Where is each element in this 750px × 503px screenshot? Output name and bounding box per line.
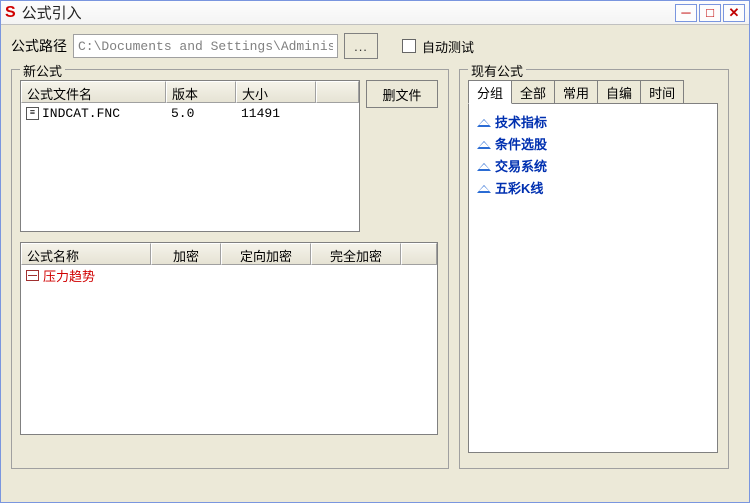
- titlebar: S 公式引入 ─ □ ✕: [1, 1, 749, 25]
- auto-test-checkbox-wrap: 自动测试: [402, 37, 474, 56]
- tab-group[interactable]: 分组: [468, 80, 512, 104]
- path-row: 公式路径 ... 自动测试: [11, 33, 739, 59]
- house-icon: [477, 115, 491, 127]
- tree-label: 技术指标: [495, 112, 547, 131]
- list-item[interactable]: 条件选股: [473, 132, 713, 154]
- delete-file-button[interactable]: 删文件: [366, 80, 438, 108]
- file-table: 公式文件名 版本 大小 ≡ INDCAT.FNC 5.0: [20, 80, 360, 232]
- formula-col-name[interactable]: 公式名称: [21, 243, 151, 265]
- list-item[interactable]: 交易系统: [473, 154, 713, 176]
- existing-formula-legend: 现有公式: [468, 61, 526, 80]
- tab-custom[interactable]: 自编: [597, 80, 641, 104]
- minimize-button[interactable]: ─: [675, 4, 697, 22]
- formula-table-body: 压力趋势: [21, 265, 437, 285]
- table-row[interactable]: ≡ INDCAT.FNC 5.0 11491: [21, 103, 359, 123]
- file-row: 公式文件名 版本 大小 ≡ INDCAT.FNC 5.0: [20, 80, 440, 232]
- tree-label: 条件选股: [495, 134, 547, 153]
- file-name: INDCAT.FNC: [42, 106, 120, 121]
- list-item[interactable]: 技术指标: [473, 110, 713, 132]
- window-controls: ─ □ ✕: [675, 4, 745, 22]
- formula-table-header: 公式名称 加密 定向加密 完全加密: [21, 243, 437, 265]
- tree-label: 五彩K线: [495, 178, 543, 197]
- auto-test-label: 自动测试: [422, 37, 474, 56]
- list-item[interactable]: 五彩K线: [473, 176, 713, 198]
- tab-all[interactable]: 全部: [511, 80, 555, 104]
- house-icon: [477, 137, 491, 149]
- formula-col-encrypt[interactable]: 加密: [151, 243, 221, 265]
- main-area: 新公式 公式文件名 版本 大小 ≡: [11, 69, 739, 469]
- new-formula-legend: 新公式: [20, 61, 65, 80]
- window-title: 公式引入: [22, 2, 675, 23]
- path-label: 公式路径: [11, 36, 67, 56]
- house-icon: [477, 181, 491, 193]
- file-col-name[interactable]: 公式文件名: [21, 81, 166, 103]
- formula-col-full-encrypt[interactable]: 完全加密: [311, 243, 401, 265]
- file-size: 11491: [236, 105, 316, 122]
- formula-icon: [26, 270, 39, 281]
- category-tree: 技术指标 条件选股 交易系统 五彩K线: [468, 103, 718, 453]
- existing-formula-panel: 现有公式 分组 全部 常用 自编 时间 技术指标 条件选股: [459, 69, 729, 469]
- close-button[interactable]: ✕: [723, 4, 745, 22]
- new-formula-panel: 新公式 公式文件名 版本 大小 ≡: [11, 69, 449, 469]
- formula-name: 压力趋势: [43, 266, 95, 285]
- table-row[interactable]: 压力趋势: [21, 265, 437, 285]
- tab-time[interactable]: 时间: [640, 80, 684, 104]
- browse-button[interactable]: ...: [344, 33, 378, 59]
- formula-col-spacer: [401, 243, 437, 265]
- file-col-version[interactable]: 版本: [166, 81, 236, 103]
- file-table-header: 公式文件名 版本 大小: [21, 81, 359, 103]
- file-table-body: ≡ INDCAT.FNC 5.0 11491: [21, 103, 359, 123]
- maximize-button[interactable]: □: [699, 4, 721, 22]
- formula-import-window: S 公式引入 ─ □ ✕ 公式路径 ... 自动测试 新公式: [0, 0, 750, 503]
- tree-label: 交易系统: [495, 156, 547, 175]
- formula-col-direct-encrypt[interactable]: 定向加密: [221, 243, 311, 265]
- file-col-spacer: [316, 81, 359, 103]
- file-version: 5.0: [166, 105, 236, 122]
- formula-table: 公式名称 加密 定向加密 完全加密 压力趋势: [20, 242, 438, 435]
- tab-common[interactable]: 常用: [554, 80, 598, 104]
- tabs-row: 分组 全部 常用 自编 时间: [468, 80, 720, 104]
- auto-test-checkbox[interactable]: [402, 39, 416, 53]
- file-icon: ≡: [26, 107, 39, 120]
- app-icon: S: [5, 4, 16, 22]
- house-icon: [477, 159, 491, 171]
- path-input[interactable]: [73, 34, 338, 58]
- file-col-size[interactable]: 大小: [236, 81, 316, 103]
- content-area: 公式路径 ... 自动测试 新公式 公式文件名 版本 大小: [1, 25, 749, 477]
